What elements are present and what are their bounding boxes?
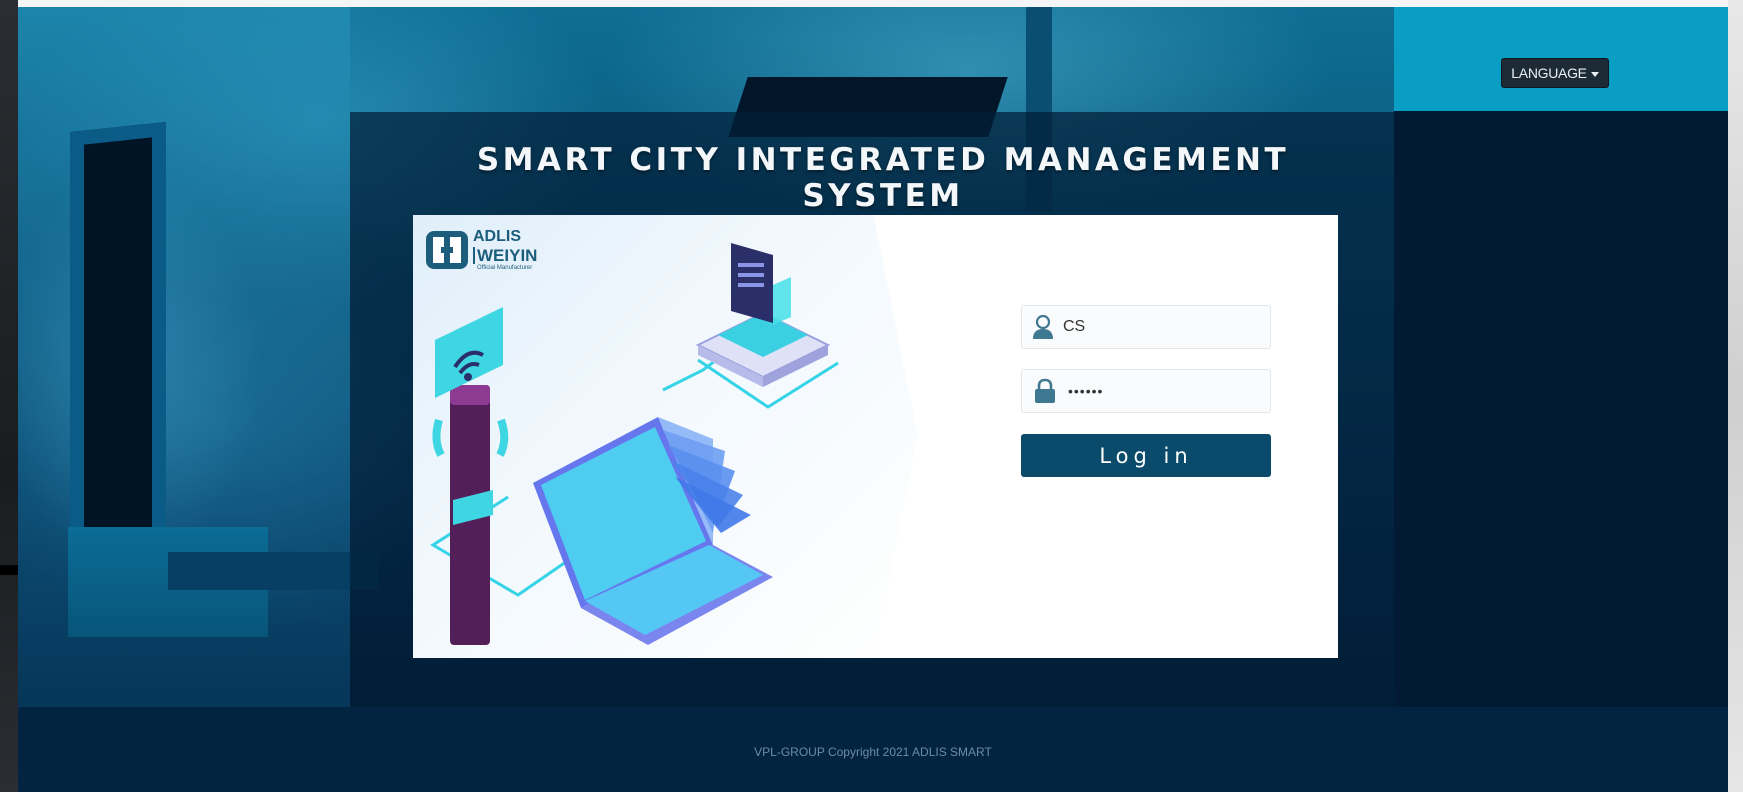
brand-name-line1: ADLIS — [473, 228, 521, 245]
brand-tagline: Official Manufacturer — [477, 265, 533, 271]
brand-logo: ADLIS WEIYIN Official Manufacturer — [425, 229, 537, 271]
user-icon — [1022, 306, 1063, 348]
brand-logo-text: ADLIS WEIYIN Official Manufacturer — [473, 229, 537, 271]
illustration-panel: ADLIS WEIYIN Official Manufacturer — [413, 215, 918, 658]
window-frame-right — [1728, 0, 1743, 792]
password-field[interactable] — [1021, 369, 1271, 413]
right-dark-panel — [1394, 111, 1728, 707]
language-label: LANGUAGE — [1511, 65, 1587, 81]
username-input[interactable] — [1063, 307, 1270, 347]
username-field[interactable] — [1021, 305, 1271, 349]
password-input[interactable] — [1068, 371, 1270, 411]
footer-copyright: VPL-GROUP Copyright 2021 ADLIS SMART — [754, 745, 992, 759]
title-container: SMART CITY INTEGRATED MANAGEMENT SYSTEM — [408, 142, 1358, 214]
window-frame-left — [0, 0, 18, 792]
login-card: ADLIS WEIYIN Official Manufacturer CS ••… — [413, 215, 1338, 658]
lock-icon — [1022, 370, 1068, 412]
language-dropdown-button[interactable]: LANGUAGE — [1501, 58, 1609, 88]
top-strip — [18, 0, 1728, 7]
brand-logo-icon — [426, 231, 468, 269]
login-page: LANGUAGE SMART CITY INTEGRATED MANAGEMEN… — [18, 7, 1728, 792]
window-frame-notch — [0, 565, 18, 575]
caret-down-icon — [1590, 71, 1599, 77]
bench-image — [168, 552, 378, 590]
login-button[interactable]: Log in — [1021, 434, 1271, 477]
footer: VPL-GROUP Copyright 2021 ADLIS SMART — [18, 707, 1728, 792]
smart-city-illustration — [430, 243, 839, 645]
page-title: SMART CITY INTEGRATED MANAGEMENT SYSTEM — [476, 142, 1290, 214]
brand-name-line2: WEIYIN — [473, 247, 537, 264]
